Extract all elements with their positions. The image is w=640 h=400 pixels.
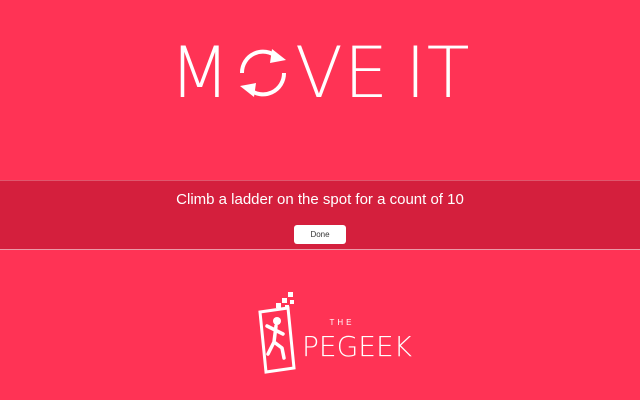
pe-geek-brand: THE PEGEEK (252, 290, 412, 374)
circular-arrows-icon (239, 49, 286, 97)
logo-letter-m: M (169, 32, 231, 114)
logo-letters-it: IT (405, 32, 471, 114)
logo-letters-ve: VE (294, 32, 390, 114)
brand-the: THE (329, 318, 355, 327)
exercise-instruction: Climb a ladder on the spot for a count o… (176, 191, 464, 208)
done-button[interactable]: Done (294, 225, 346, 244)
pe-geek-runner-icon (258, 292, 296, 374)
instruction-band: Climb a ladder on the spot for a count o… (0, 180, 640, 250)
brand-name: PEGEEK (302, 330, 413, 363)
move-it-logo: M VE IT (0, 36, 640, 110)
